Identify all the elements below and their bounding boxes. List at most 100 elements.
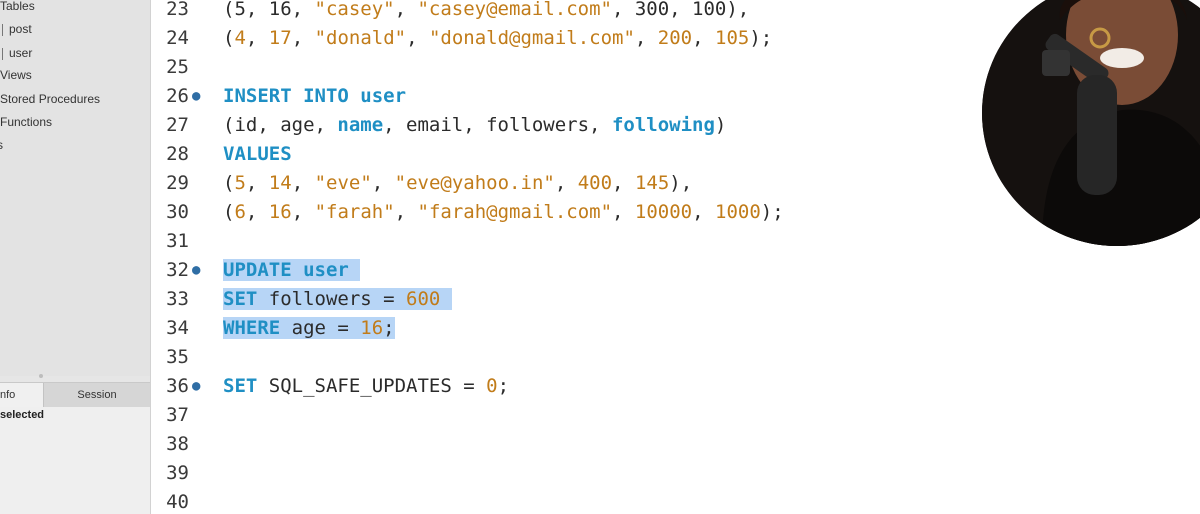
code-token: 1000 bbox=[715, 201, 761, 223]
code-token: , bbox=[291, 201, 315, 223]
line-number: 32 bbox=[166, 259, 189, 281]
code-token: , bbox=[371, 172, 395, 194]
code-text: WHERE age = 16; bbox=[223, 314, 395, 343]
code-text: (6, 16, "farah", "farah@gmail.com", 1000… bbox=[223, 198, 784, 227]
code-token: , bbox=[394, 201, 418, 223]
code-token: "casey@email.com" bbox=[417, 0, 612, 20]
code-token: SQL_SAFE_UPDATES = bbox=[257, 375, 487, 397]
code-line[interactable]: 40 bbox=[151, 488, 1200, 514]
line-number: 39 bbox=[166, 462, 189, 484]
code-token: , bbox=[394, 0, 418, 20]
code-token: ( bbox=[223, 201, 235, 223]
code-token: , bbox=[692, 27, 715, 49]
tab-info[interactable]: nfo bbox=[0, 383, 44, 407]
code-token: UPDATE bbox=[223, 259, 304, 281]
code-token: 600 bbox=[406, 288, 441, 310]
info-tabs: nfo Session bbox=[0, 382, 150, 408]
code-line[interactable]: 34 WHERE age = 16; bbox=[151, 314, 1200, 343]
statement-marker-icon[interactable]: ● bbox=[192, 372, 200, 401]
code-line[interactable]: 36 ● SET SQL_SAFE_UPDATES = 0; bbox=[151, 372, 1200, 401]
code-token: , bbox=[612, 172, 635, 194]
info-status-text: selected bbox=[0, 409, 45, 421]
tree-item-label: Functions bbox=[0, 115, 53, 129]
code-token: 145 bbox=[634, 172, 670, 194]
code-token: "casey" bbox=[314, 0, 395, 20]
line-number: 36 bbox=[166, 375, 189, 397]
code-text: VALUES bbox=[223, 140, 292, 169]
splitter-handle[interactable] bbox=[39, 374, 43, 378]
tree-item-functions[interactable]: Functions bbox=[0, 113, 52, 131]
code-token: , bbox=[406, 27, 429, 49]
code-token: VALUES bbox=[223, 143, 292, 165]
code-token: ), bbox=[669, 172, 693, 194]
tree-item-views[interactable]: Views bbox=[0, 66, 32, 84]
tree-item-stored-procedures[interactable]: Stored Procedures bbox=[0, 90, 100, 108]
code-text: SET SQL_SAFE_UPDATES = 0; bbox=[223, 372, 509, 401]
code-line[interactable]: 35 bbox=[151, 343, 1200, 372]
code-line[interactable]: 31 bbox=[151, 227, 1200, 256]
tree-item-user[interactable]: user bbox=[0, 44, 32, 62]
line-number: 27 bbox=[166, 114, 189, 136]
tab-session[interactable]: Session bbox=[44, 383, 150, 407]
table-icon bbox=[0, 47, 3, 60]
code-token: , bbox=[291, 27, 315, 49]
line-number: 33 bbox=[166, 288, 189, 310]
code-token: name bbox=[337, 114, 384, 136]
code-line[interactable]: 32 ● UPDATE user bbox=[151, 256, 1200, 285]
code-line[interactable]: 33 SET followers = 600 bbox=[151, 285, 1200, 314]
code-token: 0 bbox=[486, 375, 498, 397]
line-number: 23 bbox=[166, 0, 189, 20]
code-token: 6 bbox=[234, 201, 246, 223]
code-token: 10000 bbox=[634, 201, 693, 223]
tree-item-post[interactable]: post bbox=[0, 20, 32, 38]
code-line[interactable]: 37 bbox=[151, 401, 1200, 430]
code-line[interactable]: 38 bbox=[151, 430, 1200, 459]
tree-item-tables[interactable]: Tables bbox=[0, 0, 35, 15]
line-number: 34 bbox=[166, 317, 189, 339]
table-icon bbox=[0, 23, 3, 36]
code-token: 14 bbox=[268, 172, 292, 194]
tree-item-label: Views bbox=[0, 68, 32, 82]
code-token bbox=[440, 288, 452, 310]
code-token: , bbox=[554, 172, 578, 194]
statement-marker-icon[interactable]: ● bbox=[192, 256, 200, 285]
code-token: , bbox=[634, 27, 658, 49]
line-number: 24 bbox=[166, 27, 189, 49]
tree-item-partial[interactable]: s bbox=[0, 136, 3, 154]
code-token: 5 bbox=[234, 172, 246, 194]
code-token: 400 bbox=[577, 172, 613, 194]
code-token: age = bbox=[280, 317, 361, 339]
code-token: , bbox=[245, 201, 269, 223]
line-number: 35 bbox=[166, 346, 189, 368]
code-token: (id, age, bbox=[223, 114, 338, 136]
code-token: 17 bbox=[268, 27, 292, 49]
code-token: "donald@gmail.com" bbox=[428, 27, 635, 49]
code-token: INSERT INTO bbox=[223, 85, 361, 107]
code-line[interactable]: 39 bbox=[151, 459, 1200, 488]
schema-tree: Tables post user Views Stored Procedures… bbox=[0, 0, 150, 376]
code-text: INSERT INTO user bbox=[223, 82, 406, 111]
code-token: 200 bbox=[657, 27, 693, 49]
code-token: user bbox=[360, 85, 407, 107]
code-token: 105 bbox=[715, 27, 750, 49]
code-text: (4, 17, "donald", "donald@gmail.com", 20… bbox=[223, 24, 772, 53]
code-text: UPDATE user bbox=[223, 256, 361, 285]
code-token: ; bbox=[383, 317, 395, 339]
code-token: SET bbox=[223, 375, 258, 397]
line-number: 31 bbox=[166, 230, 189, 252]
line-number: 28 bbox=[166, 143, 189, 165]
code-token: ) bbox=[714, 114, 727, 136]
line-number: 26 bbox=[166, 85, 189, 107]
code-token: , bbox=[245, 27, 269, 49]
code-token: , email, followers, bbox=[383, 114, 612, 136]
tree-item-label: user bbox=[9, 46, 33, 60]
code-token: 16 bbox=[360, 317, 384, 339]
code-token: , bbox=[245, 172, 269, 194]
code-token: SET bbox=[223, 288, 258, 310]
code-token: "farah@gmail.com" bbox=[417, 201, 613, 223]
tree-item-label: s bbox=[0, 138, 3, 152]
line-number: 37 bbox=[166, 404, 189, 426]
code-token: (5, 16, bbox=[223, 0, 315, 20]
statement-marker-icon[interactable]: ● bbox=[192, 82, 200, 111]
code-token: , bbox=[291, 172, 315, 194]
